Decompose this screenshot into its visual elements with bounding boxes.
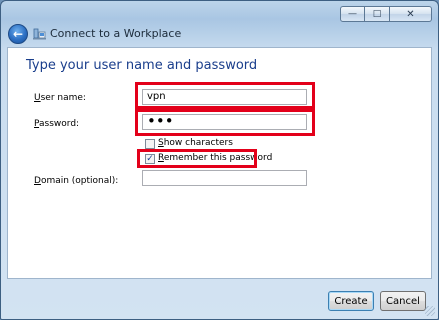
dialog-window: — □ ✕ ← Connect to a Workplace Type your… (0, 0, 439, 320)
content-panel (7, 47, 432, 279)
password-label: Password: (34, 119, 79, 129)
username-label: User name: (34, 93, 86, 103)
username-label-text: ser name: (40, 93, 86, 103)
minimize-button[interactable]: — (340, 6, 365, 22)
username-field[interactable]: vpn (142, 89, 307, 105)
remember-password-label: Remember this password (158, 153, 272, 163)
domain-field[interactable] (142, 170, 307, 186)
create-button[interactable]: Create (328, 291, 374, 311)
username-value: vpn (147, 91, 166, 102)
domain-label-text: omain (optional): (40, 176, 119, 186)
password-field[interactable]: ••• (142, 114, 307, 130)
resize-grip[interactable] (425, 306, 435, 316)
dialog-footer: Create Cancel (1, 281, 438, 319)
username-label-accel: U (34, 93, 41, 103)
domain-label: Domain (optional): (34, 176, 118, 186)
back-button[interactable]: ← (8, 24, 28, 44)
password-label-text: assword: (39, 119, 80, 129)
show-characters-checkbox[interactable] (145, 139, 155, 149)
page-heading: Type your user name and password (26, 58, 258, 73)
network-wizard-icon (33, 28, 46, 40)
show-characters-label: Show characters (158, 138, 233, 148)
remember-password-checkbox[interactable]: ✓ (145, 154, 155, 164)
remember-password-label-text: emember this password (163, 153, 273, 163)
caption-buttons: — □ ✕ (340, 6, 432, 22)
password-value: ••• (147, 112, 174, 130)
show-characters-label-text: how characters (163, 138, 233, 148)
window-title: Connect to a Workplace (50, 27, 182, 40)
cancel-button[interactable]: Cancel (380, 291, 426, 311)
check-mark-icon: ✓ (146, 154, 154, 164)
wizard-nav: ← Connect to a Workplace (1, 23, 438, 45)
arrow-left-icon: ← (12, 27, 24, 41)
domain-label-accel: D (34, 176, 41, 186)
maximize-button[interactable]: □ (365, 6, 390, 22)
close-button[interactable]: ✕ (390, 6, 432, 22)
